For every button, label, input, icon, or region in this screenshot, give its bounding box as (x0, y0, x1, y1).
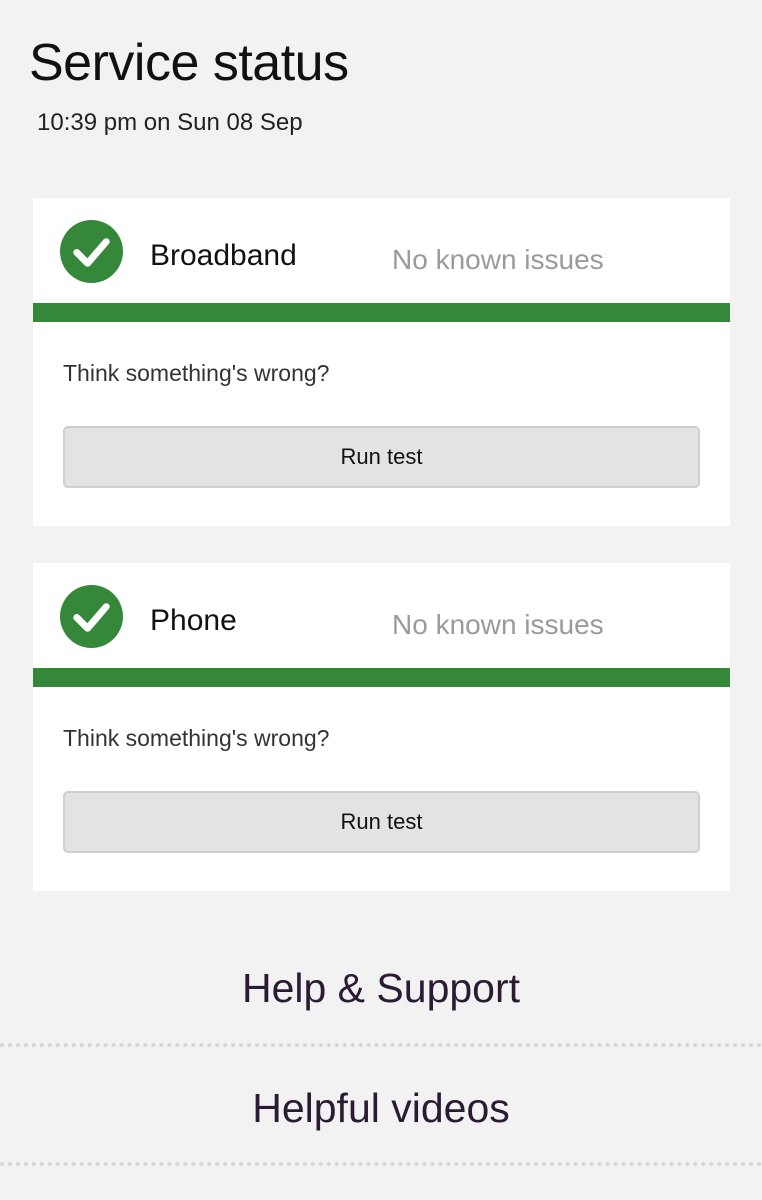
status-timestamp: 10:39 pm on Sun 08 Sep (37, 109, 303, 136)
check-circle-icon (60, 585, 123, 648)
status-bar (33, 303, 730, 322)
divider (0, 1043, 762, 1047)
run-test-button[interactable]: Run test (63, 791, 700, 853)
status-bar (33, 668, 730, 687)
service-header: Broadband No known issues (33, 198, 730, 303)
service-card-phone: Phone No known issues Think something's … (33, 563, 730, 891)
service-name: Broadband (150, 239, 297, 272)
help-support-link[interactable]: Help & Support (0, 960, 762, 1016)
service-header: Phone No known issues (33, 563, 730, 668)
service-status-text: No known issues (392, 244, 604, 275)
page-title: Service status (29, 34, 349, 92)
check-circle-icon (60, 220, 123, 283)
service-card-broadband: Broadband No known issues Think somethin… (33, 198, 730, 526)
troubleshoot-prompt: Think something's wrong? (63, 725, 330, 751)
divider (0, 1162, 762, 1166)
service-name: Phone (150, 604, 237, 637)
troubleshoot-prompt: Think something's wrong? (63, 360, 330, 386)
run-test-button[interactable]: Run test (63, 426, 700, 488)
helpful-videos-link[interactable]: Helpful videos (0, 1080, 762, 1136)
service-status-text: No known issues (392, 609, 604, 640)
